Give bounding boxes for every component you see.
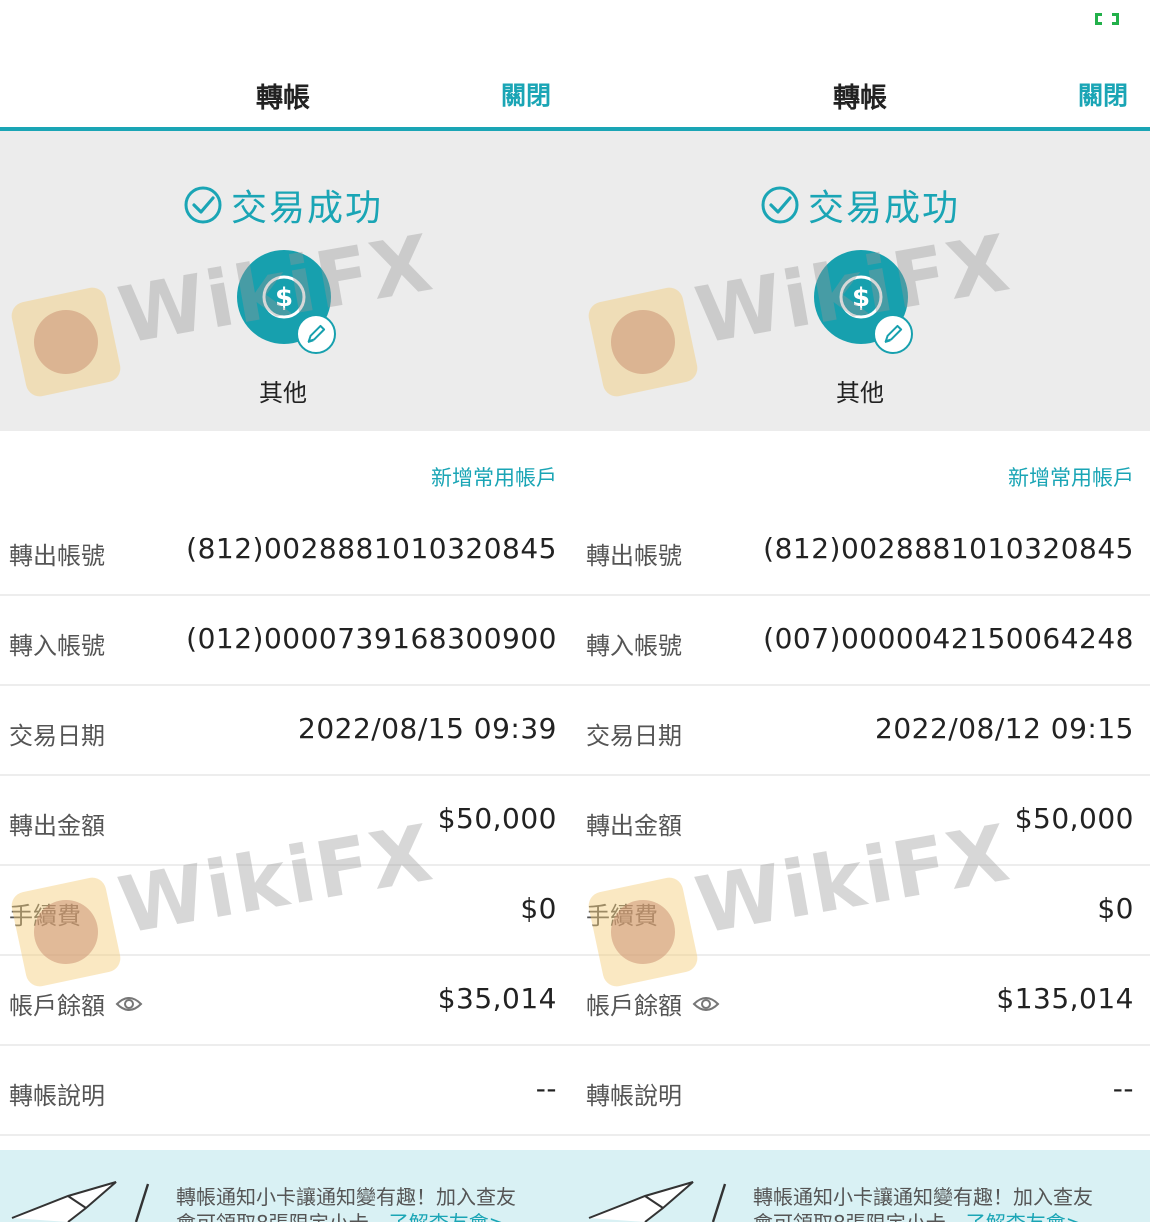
detail-row-from-account: 轉出帳號 (812)0028881010320845 bbox=[0, 506, 577, 596]
detail-row-date: 交易日期 2022/08/15 09:39 bbox=[0, 686, 577, 776]
promo-link[interactable]: 了解查友會> bbox=[966, 1211, 1083, 1222]
paper-plane-icon bbox=[588, 1181, 727, 1222]
row-label: 轉入帳號 bbox=[586, 632, 682, 660]
row-label: 轉出金額 bbox=[9, 812, 105, 840]
row-value: $35,014 bbox=[437, 982, 557, 1015]
add-favorite-account-link[interactable]: 新增常用帳戶 bbox=[431, 462, 557, 492]
transfer-receipt-panel-left: 轉帳 關閉 交易成功 $ 其他 新增常用帳戶 轉出帳號 (812)0028881… bbox=[0, 0, 577, 1222]
promo-line-2-text: 會可領取8張限定小卡， bbox=[753, 1211, 966, 1222]
promo-line-1: 轉帳通知小卡讓通知變有趣！加入查友 bbox=[176, 1185, 516, 1209]
row-value: $50,000 bbox=[1014, 802, 1134, 835]
row-value: (812)0028881010320845 bbox=[763, 532, 1134, 565]
detail-row-to-account: 轉入帳號 (012)0000739168300900 bbox=[0, 596, 577, 686]
detail-row-note: 轉帳說明 -- bbox=[0, 1046, 577, 1136]
header: 轉帳 關閉 bbox=[577, 60, 1150, 128]
row-label: 轉出帳號 bbox=[586, 542, 682, 570]
row-value: 2022/08/15 09:39 bbox=[298, 712, 557, 745]
category-label: 其他 bbox=[259, 379, 307, 407]
transaction-summary: 交易成功 $ 其他 bbox=[0, 131, 577, 431]
row-value: $0 bbox=[1097, 892, 1134, 925]
row-label: 帳戶餘額 bbox=[9, 986, 143, 1021]
detail-list: 轉出帳號 (812)0028881010320845 轉入帳號 (012)000… bbox=[0, 506, 577, 1136]
edit-icon[interactable] bbox=[873, 314, 913, 354]
row-label: 手續費 bbox=[9, 902, 81, 930]
edit-icon[interactable] bbox=[296, 314, 336, 354]
row-label: 轉入帳號 bbox=[9, 632, 105, 660]
svg-text:$: $ bbox=[852, 283, 870, 313]
row-label: 交易日期 bbox=[9, 722, 105, 750]
promo-line-2-text: 會可領取8張限定小卡， bbox=[176, 1211, 389, 1222]
row-label-text: 帳戶餘額 bbox=[9, 992, 105, 1020]
row-value: (012)0000739168300900 bbox=[186, 622, 557, 655]
row-value: $50,000 bbox=[437, 802, 557, 835]
close-button[interactable]: 關閉 bbox=[501, 76, 551, 112]
row-label: 轉帳說明 bbox=[9, 1082, 105, 1110]
category-label: 其他 bbox=[836, 379, 884, 407]
promo-banner[interactable]: 轉帳通知小卡讓通知變有趣！加入查友 會可領取8張限定小卡，了解查友會> bbox=[577, 1150, 1150, 1222]
row-value: (812)0028881010320845 bbox=[186, 532, 557, 565]
promo-text: 轉帳通知小卡讓通知變有趣！加入查友 會可領取8張限定小卡，了解查友會> bbox=[753, 1184, 1143, 1222]
row-value: -- bbox=[1112, 1072, 1134, 1105]
row-label: 轉出金額 bbox=[586, 812, 682, 840]
transaction-summary: 交易成功 $ 其他 bbox=[577, 131, 1150, 431]
row-value: -- bbox=[535, 1072, 557, 1105]
detail-row-note: 轉帳說明 -- bbox=[577, 1046, 1150, 1136]
detail-row-date: 交易日期 2022/08/12 09:15 bbox=[577, 686, 1150, 776]
row-value: (007)0000042150064248 bbox=[763, 622, 1134, 655]
detail-row-from-account: 轉出帳號 (812)0028881010320845 bbox=[577, 506, 1150, 596]
row-value: $0 bbox=[520, 892, 557, 925]
page-title: 轉帳 bbox=[833, 83, 887, 114]
page-title: 轉帳 bbox=[256, 83, 310, 114]
close-button[interactable]: 關閉 bbox=[1078, 76, 1128, 112]
row-value: 2022/08/12 09:15 bbox=[875, 712, 1134, 745]
status-row: 交易成功 bbox=[577, 179, 1143, 231]
check-circle-icon bbox=[761, 186, 799, 224]
eye-icon[interactable] bbox=[115, 994, 143, 1014]
row-value: $135,014 bbox=[996, 982, 1134, 1015]
paper-plane-icon bbox=[11, 1181, 150, 1222]
promo-link[interactable]: 了解查友會> bbox=[389, 1211, 506, 1222]
row-label: 帳戶餘額 bbox=[586, 986, 720, 1021]
detail-row-amount: 轉出金額 $50,000 bbox=[0, 776, 577, 866]
row-label: 手續費 bbox=[586, 902, 658, 930]
promo-banner[interactable]: 轉帳通知小卡讓通知變有趣！加入查友 會可領取8張限定小卡，了解查友會> bbox=[0, 1150, 577, 1222]
row-label-text: 帳戶餘額 bbox=[586, 992, 682, 1020]
detail-row-balance: 帳戶餘額 $35,014 bbox=[0, 956, 577, 1046]
row-label: 轉帳說明 bbox=[586, 1082, 682, 1110]
row-label: 轉出帳號 bbox=[9, 542, 105, 570]
detail-list: 轉出帳號 (812)0028881010320845 轉入帳號 (007)000… bbox=[577, 506, 1150, 1136]
check-circle-icon bbox=[184, 186, 222, 224]
detail-row-fee: 手續費 $0 bbox=[577, 866, 1150, 956]
promo-line-1: 轉帳通知小卡讓通知變有趣！加入查友 bbox=[753, 1185, 1093, 1209]
eye-icon[interactable] bbox=[692, 994, 720, 1014]
promo-line-2: 會可領取8張限定小卡，了解查友會> bbox=[176, 1210, 566, 1222]
status-text: 交易成功 bbox=[230, 188, 383, 229]
add-favorite-account-link[interactable]: 新增常用帳戶 bbox=[1008, 462, 1134, 492]
promo-line-2: 會可領取8張限定小卡，了解查友會> bbox=[753, 1210, 1143, 1222]
row-label: 交易日期 bbox=[586, 722, 682, 750]
header: 轉帳 關閉 bbox=[0, 60, 577, 128]
status-text: 交易成功 bbox=[807, 188, 960, 229]
status-row: 交易成功 bbox=[0, 179, 566, 231]
detail-row-amount: 轉出金額 $50,000 bbox=[577, 776, 1150, 866]
detail-row-to-account: 轉入帳號 (007)0000042150064248 bbox=[577, 596, 1150, 686]
detail-row-fee: 手續費 $0 bbox=[0, 866, 577, 956]
promo-text: 轉帳通知小卡讓通知變有趣！加入查友 會可領取8張限定小卡，了解查友會> bbox=[176, 1184, 566, 1222]
svg-text:$: $ bbox=[275, 283, 293, 313]
transfer-receipt-panel-right: 轉帳 關閉 交易成功 $ 其他 新增常用帳戶 轉出帳號 (812)0028881… bbox=[577, 0, 1150, 1222]
detail-row-balance: 帳戶餘額 $135,014 bbox=[577, 956, 1150, 1046]
